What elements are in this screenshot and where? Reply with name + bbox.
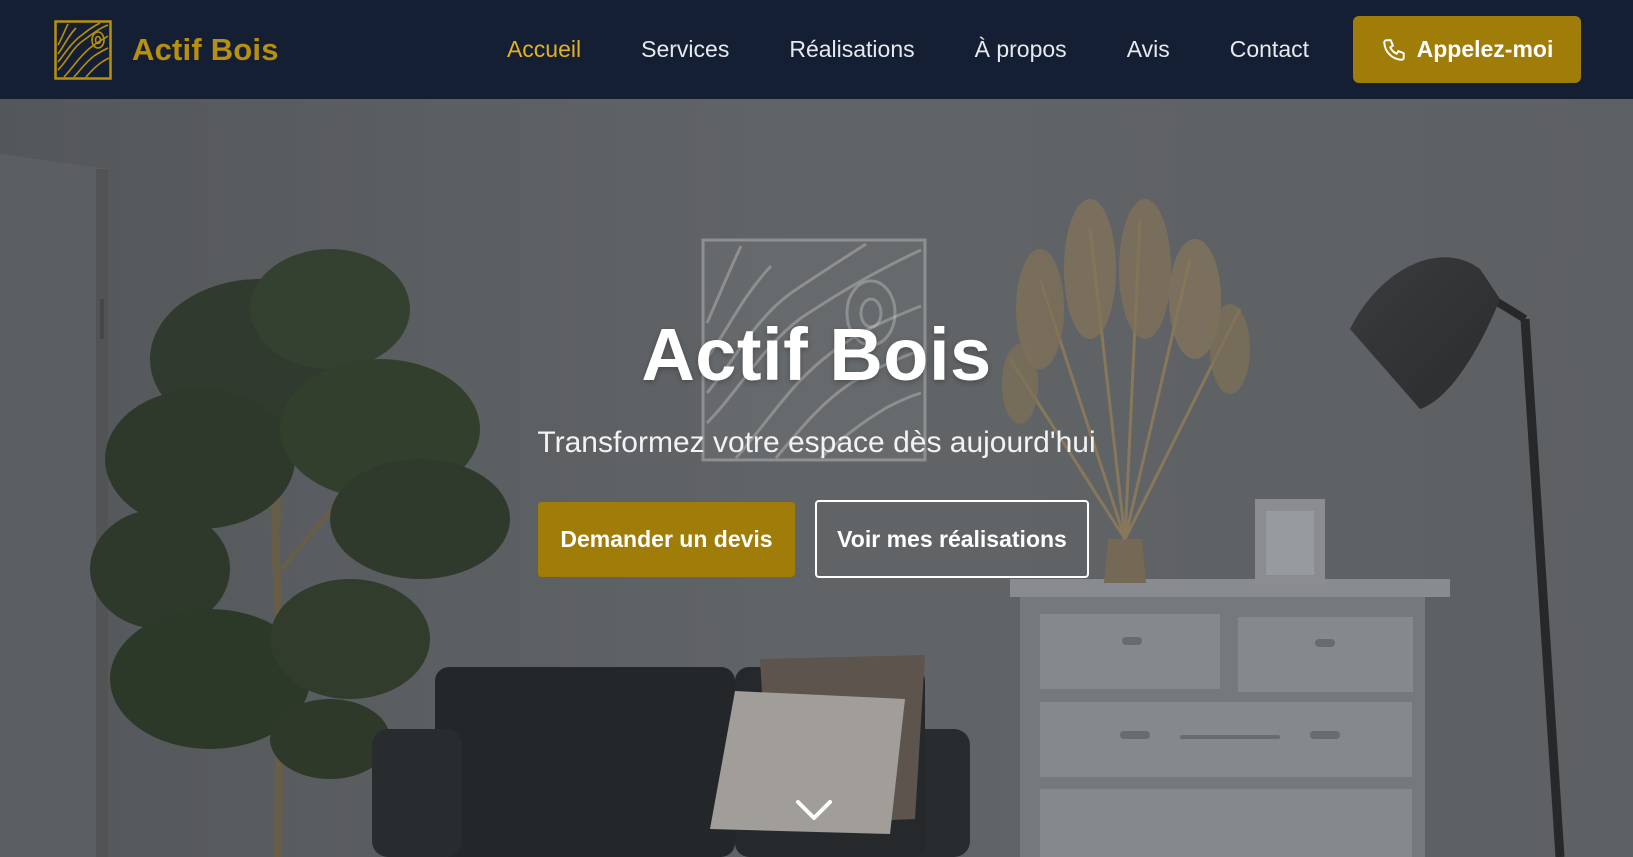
hero-title: Actif Bois (641, 313, 992, 396)
nav-item-accueil[interactable]: Accueil (507, 36, 581, 63)
chevron-down-icon[interactable] (794, 796, 834, 824)
request-quote-button[interactable]: Demander un devis (538, 502, 795, 577)
site-header: Actif Bois Accueil Services Réalisations… (0, 0, 1633, 99)
call-me-button[interactable]: Appelez-moi (1353, 16, 1581, 83)
nav-item-services[interactable]: Services (641, 36, 729, 63)
hero-subtitle: Transformez votre espace dès aujourd'hui (537, 426, 1096, 459)
phone-icon (1382, 38, 1405, 61)
view-projects-button[interactable]: Voir mes réalisations (815, 500, 1089, 578)
hero-section: Actif Bois Transformez votre espace dès … (0, 99, 1633, 857)
nav-item-avis[interactable]: Avis (1127, 36, 1170, 63)
nav-item-realisations[interactable]: Réalisations (789, 36, 914, 63)
nav-item-contact[interactable]: Contact (1230, 36, 1309, 63)
brand-name: Actif Bois (132, 31, 279, 67)
page: Actif Bois Accueil Services Réalisations… (0, 0, 1633, 857)
brand-link[interactable]: Actif Bois (54, 19, 279, 80)
main-nav: Accueil Services Réalisations À propos A… (507, 16, 1581, 83)
nav-item-a-propos[interactable]: À propos (975, 36, 1067, 63)
hero-content: Actif Bois Transformez votre espace dès … (0, 99, 1633, 857)
call-me-label: Appelez-moi (1416, 36, 1554, 62)
hero-actions: Demander un devis Voir mes réalisations (538, 500, 1089, 578)
wood-grain-logo-icon (54, 19, 112, 80)
